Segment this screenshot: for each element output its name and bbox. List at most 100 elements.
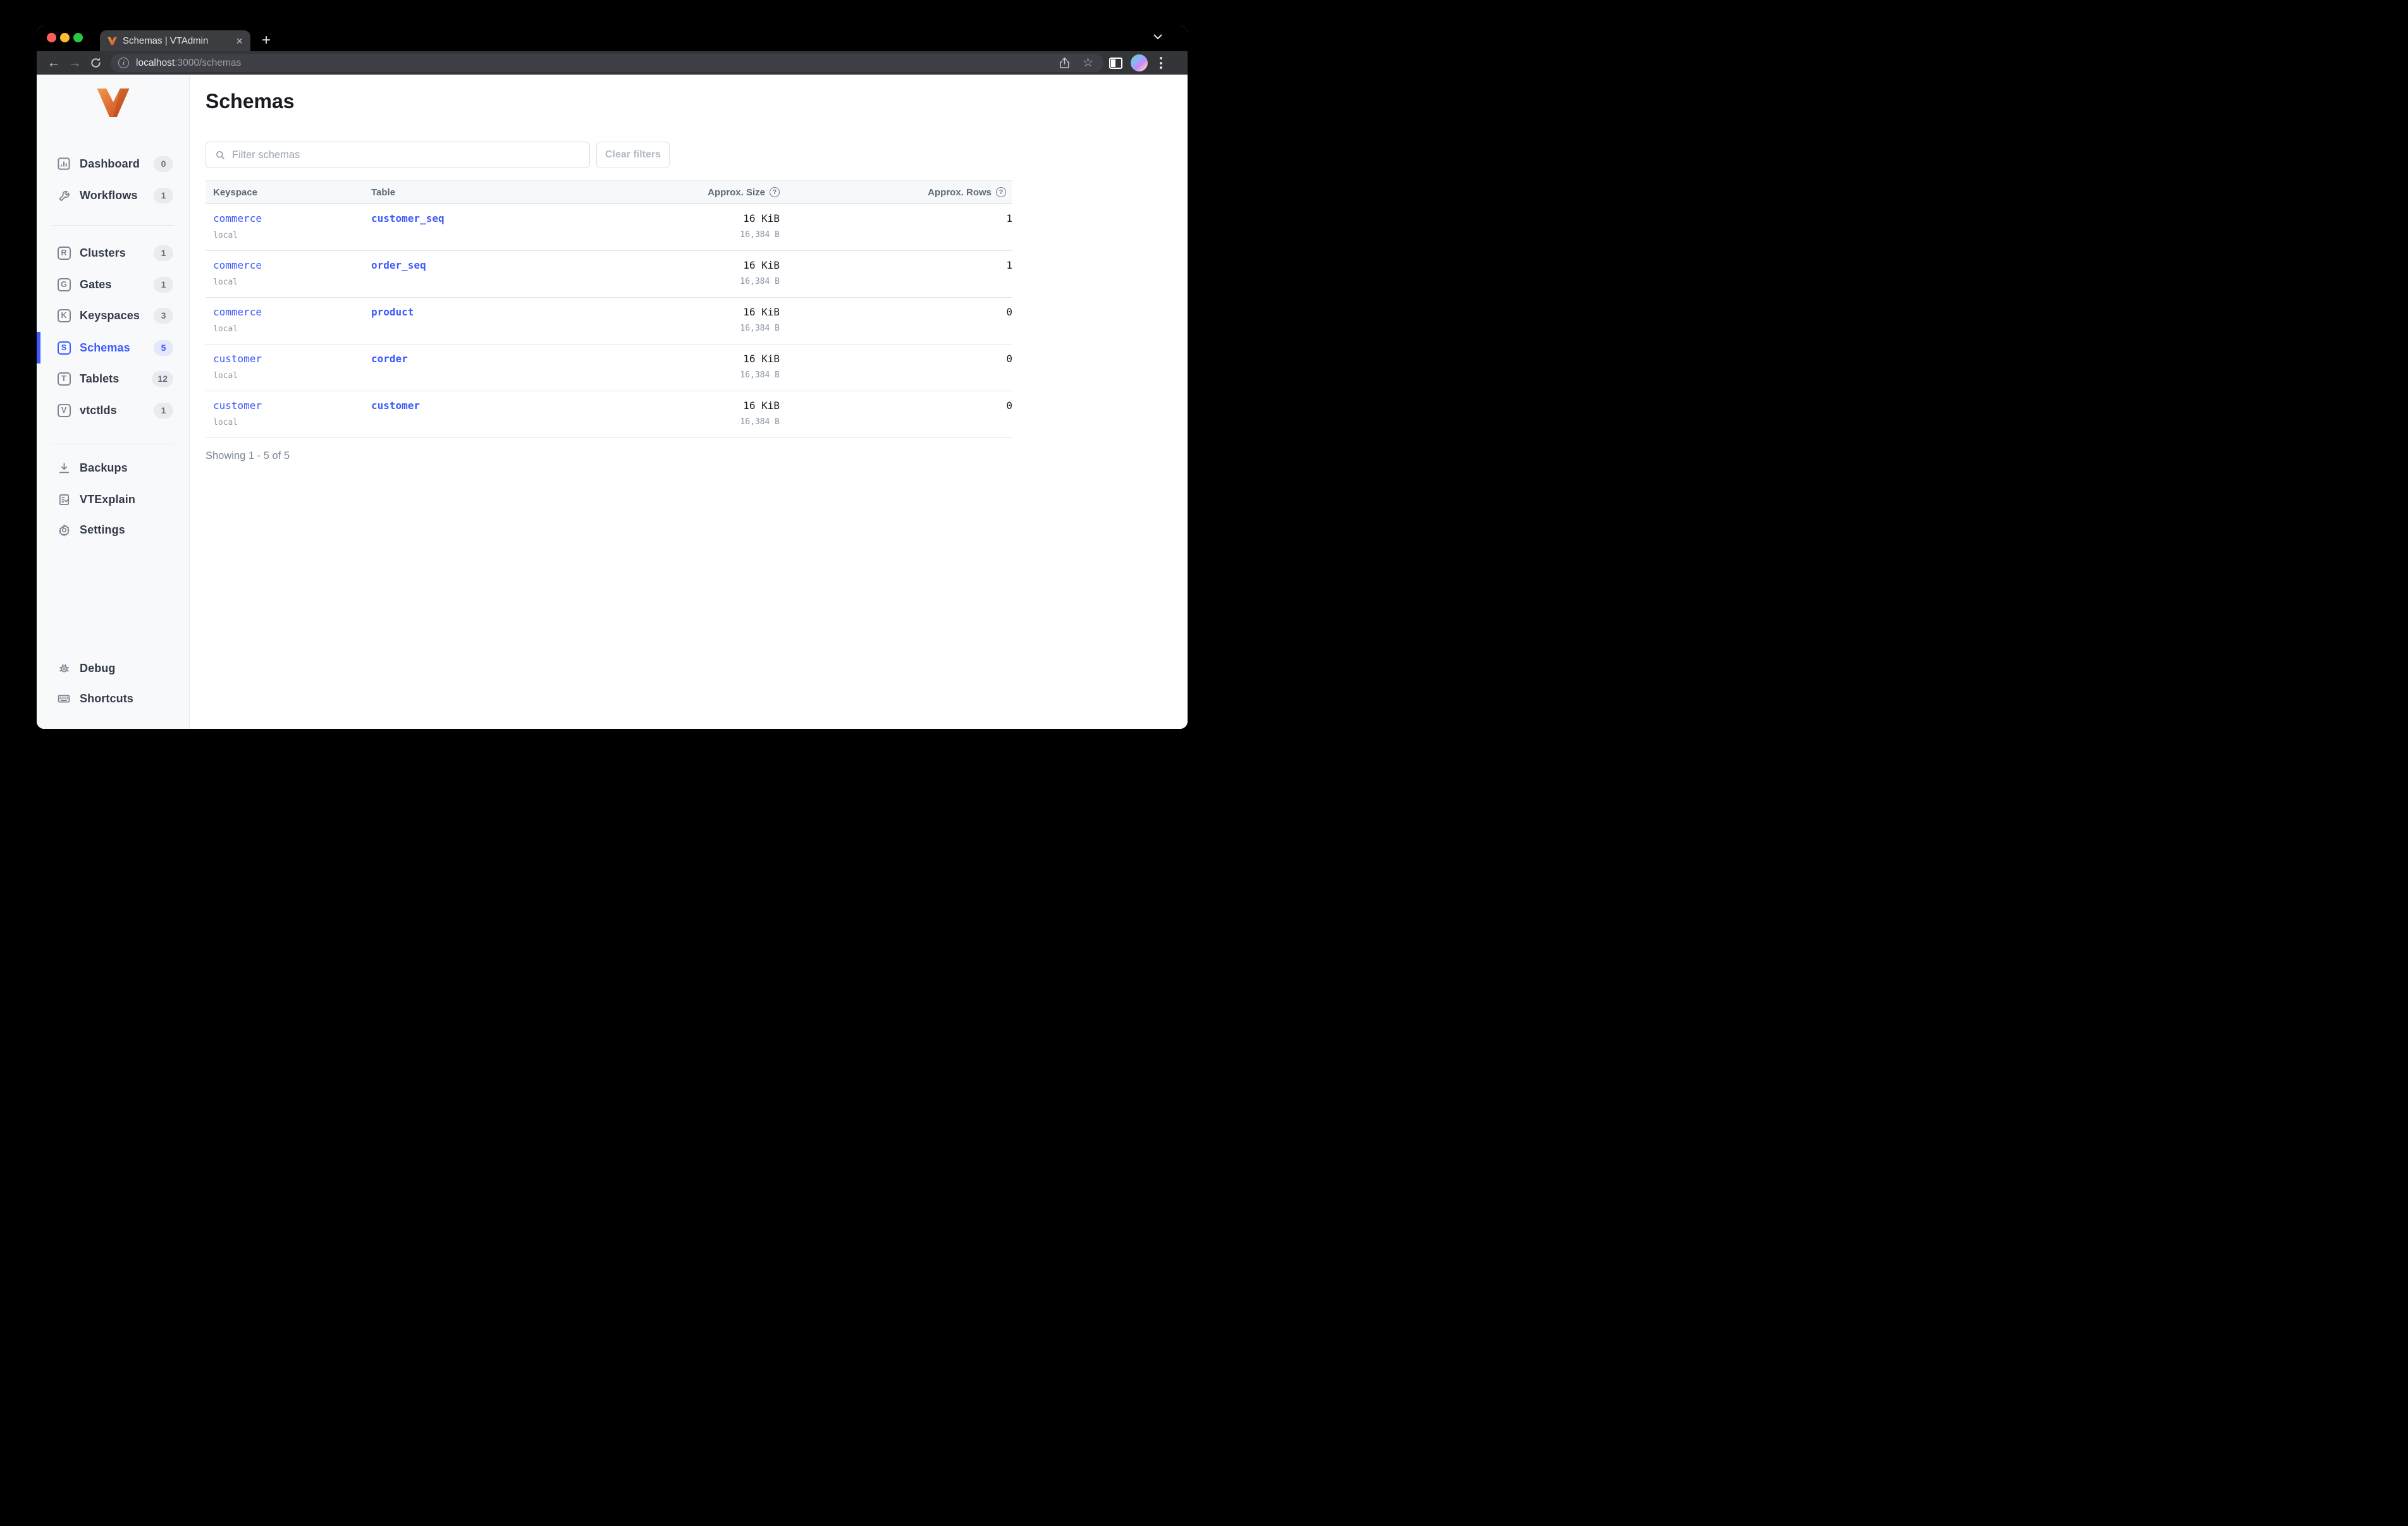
gates-letter-icon: G bbox=[57, 278, 71, 291]
keyspace-link[interactable]: commerce bbox=[213, 212, 262, 224]
tablets-letter-icon: T bbox=[57, 372, 71, 386]
count-badge: 12 bbox=[152, 370, 173, 387]
sidebar-item-vtctlds[interactable]: V vtctlds 1 bbox=[37, 394, 190, 426]
tab-close-icon[interactable]: × bbox=[235, 35, 244, 47]
approx-rows: 0 bbox=[780, 391, 1012, 438]
reload-button[interactable] bbox=[86, 54, 105, 73]
size-bytes: 16,384 B bbox=[740, 324, 780, 333]
sidebar-item-tablets[interactable]: T Tablets 12 bbox=[37, 363, 190, 394]
tab-strip: Schemas | VTAdmin × + bbox=[37, 26, 1188, 51]
schemas-letter-icon: S bbox=[57, 341, 71, 355]
profile-avatar[interactable] bbox=[1131, 54, 1148, 71]
search-icon bbox=[216, 150, 224, 159]
help-icon[interactable]: ? bbox=[770, 187, 780, 197]
sidebar-item-debug[interactable]: Debug bbox=[37, 652, 190, 684]
approx-size: 16 KiB bbox=[743, 212, 780, 224]
url-host: localhost bbox=[136, 57, 175, 68]
table-link[interactable]: customer_seq bbox=[371, 212, 445, 224]
side-panel-icon[interactable] bbox=[1109, 57, 1122, 69]
vtctlds-letter-icon: V bbox=[57, 403, 71, 417]
results-summary: Showing 1 - 5 of 5 bbox=[206, 450, 290, 461]
help-icon[interactable]: ? bbox=[996, 187, 1006, 197]
approx-size: 16 KiB bbox=[743, 353, 780, 365]
reload-icon bbox=[90, 58, 101, 68]
table-row: commerce local product 16 KiB 16,384 B 0 bbox=[206, 297, 1012, 345]
size-bytes: 16,384 B bbox=[740, 417, 780, 427]
count-badge: 3 bbox=[154, 307, 173, 324]
table-link[interactable]: corder bbox=[371, 353, 408, 365]
bookmark-star-icon[interactable]: ☆ bbox=[1083, 56, 1093, 70]
clear-filters-button[interactable]: Clear filters bbox=[596, 142, 670, 168]
table-row: customer local corder 16 KiB 16,384 B 0 bbox=[206, 344, 1012, 391]
browser-toolbar: ← → i localhost:3000/schemas ☆ bbox=[37, 51, 1188, 75]
bug-icon bbox=[57, 661, 71, 675]
cluster-name: local bbox=[213, 324, 238, 334]
sidebar-item-keyspaces[interactable]: K Keyspaces 3 bbox=[37, 300, 190, 331]
back-button[interactable]: ← bbox=[44, 54, 63, 73]
keyspace-link[interactable]: commerce bbox=[213, 259, 262, 271]
cluster-name: local bbox=[213, 231, 238, 240]
count-badge: 5 bbox=[154, 339, 173, 356]
clipboard-check-icon bbox=[57, 492, 71, 506]
tab-title: Schemas | VTAdmin bbox=[123, 35, 209, 46]
download-icon bbox=[57, 461, 71, 475]
sidebar-item-gates[interactable]: G Gates 1 bbox=[37, 269, 190, 300]
sidebar-item-shortcuts[interactable]: Shortcuts bbox=[37, 683, 190, 714]
cluster-name: local bbox=[213, 418, 238, 427]
sidebar-item-dashboard[interactable]: Dashboard 0 bbox=[37, 148, 190, 180]
keyspace-link[interactable]: customer bbox=[213, 400, 262, 412]
cluster-name: local bbox=[213, 371, 238, 381]
zoom-window-button[interactable] bbox=[73, 33, 83, 42]
filter-row: Clear filters bbox=[206, 142, 670, 168]
size-bytes: 16,384 B bbox=[740, 277, 780, 286]
minimize-window-button[interactable] bbox=[60, 33, 70, 42]
gear-icon bbox=[57, 523, 71, 537]
col-header-keyspace: Keyspace bbox=[206, 180, 364, 204]
size-bytes: 16,384 B bbox=[740, 230, 780, 240]
sidebar-item-settings[interactable]: Settings bbox=[37, 514, 190, 546]
count-badge: 0 bbox=[154, 156, 173, 172]
cluster-name: local bbox=[213, 278, 238, 287]
col-header-approx-size: Approx. Size? bbox=[572, 180, 780, 204]
approx-size: 16 KiB bbox=[743, 306, 780, 318]
sidebar-item-workflows[interactable]: Workflows 1 bbox=[37, 180, 190, 211]
browser-window: Schemas | VTAdmin × + ← → i localhost:30… bbox=[37, 26, 1188, 729]
keyspaces-letter-icon: K bbox=[57, 308, 71, 322]
approx-size: 16 KiB bbox=[743, 400, 780, 412]
approx-rows: 0 bbox=[780, 297, 1012, 345]
sidebar-item-schemas[interactable]: S Schemas 5 bbox=[37, 332, 190, 363]
sidebar-item-clusters[interactable]: R Clusters 1 bbox=[37, 237, 190, 269]
size-bytes: 16,384 B bbox=[740, 370, 780, 380]
close-window-button[interactable] bbox=[47, 33, 56, 42]
url-path: :3000/schemas bbox=[175, 57, 242, 68]
table-link[interactable]: order_seq bbox=[371, 259, 426, 271]
forward-button[interactable]: → bbox=[65, 54, 84, 73]
table-row: customer local customer 16 KiB 16,384 B … bbox=[206, 391, 1012, 438]
browser-tab[interactable]: Schemas | VTAdmin × bbox=[100, 30, 250, 51]
tab-search-chevron-icon[interactable] bbox=[1153, 34, 1162, 40]
approx-size: 16 KiB bbox=[743, 259, 780, 271]
clusters-letter-icon: R bbox=[57, 246, 71, 260]
vitess-favicon bbox=[108, 37, 117, 45]
url-bar[interactable]: i localhost:3000/schemas ☆ bbox=[111, 54, 1103, 72]
count-badge: 1 bbox=[154, 402, 173, 418]
approx-rows: 0 bbox=[780, 344, 1012, 391]
keyspace-link[interactable]: customer bbox=[213, 353, 262, 365]
schemas-table: Keyspace Table Approx. Size? Approx. Row… bbox=[206, 180, 1012, 438]
count-badge: 1 bbox=[154, 276, 173, 293]
keyspace-link[interactable]: commerce bbox=[213, 306, 262, 318]
new-tab-button[interactable]: + bbox=[257, 31, 276, 50]
wrench-icon bbox=[57, 188, 71, 202]
filter-schemas-input[interactable] bbox=[232, 149, 580, 161]
approx-rows: 1 bbox=[780, 250, 1012, 298]
sidebar-item-backups[interactable]: Backups bbox=[37, 452, 190, 484]
table-link[interactable]: customer bbox=[371, 400, 420, 412]
sidebar: Dashboard 0 Workflows 1 R Clusters 1 G G… bbox=[37, 75, 190, 729]
share-icon[interactable] bbox=[1059, 57, 1070, 69]
table-link[interactable]: product bbox=[371, 306, 414, 318]
site-info-icon[interactable]: i bbox=[118, 58, 129, 68]
sidebar-item-vtexplain[interactable]: VTExplain bbox=[37, 484, 190, 515]
keyboard-icon bbox=[57, 692, 71, 705]
sidebar-divider bbox=[52, 225, 175, 226]
browser-menu-icon[interactable] bbox=[1157, 54, 1165, 71]
